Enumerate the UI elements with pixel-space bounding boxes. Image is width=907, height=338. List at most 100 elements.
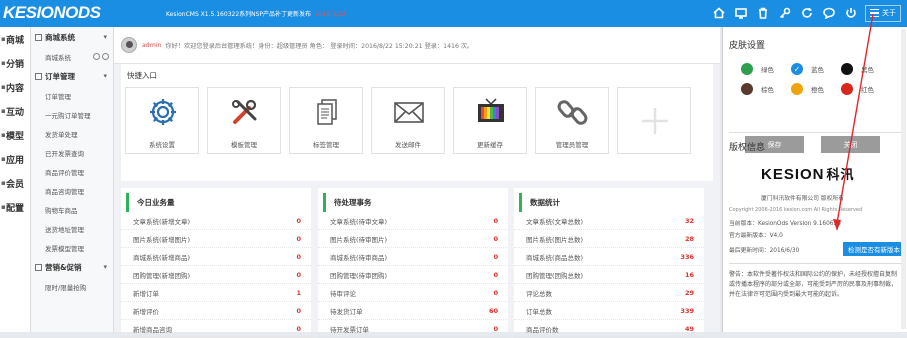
stat-row[interactable]: 文章系统(待审文章) 0 (318, 212, 508, 230)
monitor-icon[interactable] (731, 3, 751, 23)
update-notice[interactable]: KesionCMS X1.5.160322系列NSP产品补丁更新发布 2016/3… (166, 9, 346, 18)
stat-row[interactable]: 待开发票订单 0 (318, 320, 508, 338)
stat-row[interactable]: 新增商品咨询 0 (121, 320, 311, 338)
stat-row[interactable]: 商品评价数 49 (514, 320, 704, 338)
username[interactable]: admin (142, 42, 161, 49)
close-button[interactable]: 关闭 (821, 136, 880, 153)
stat-row[interactable]: 图片系统(新增图片) 0 (121, 230, 311, 248)
quick-admin-management[interactable]: 管理员管理 (535, 87, 609, 154)
stat-row[interactable]: 团购管理(待审团购) 0 (318, 266, 508, 284)
add-circle-icon[interactable] (93, 53, 100, 60)
settings-panel: 皮肤设置 绿色 ✓ 蓝色 黑色 棕色 橙色 红色 保存 关闭 版权信息 KESIO… (722, 27, 907, 332)
chat-icon[interactable] (819, 3, 839, 23)
nav-item-apps[interactable]: ▪ 应用 (0, 147, 30, 171)
stat-row[interactable]: 评论总数 29 (514, 284, 704, 302)
stat-value: 339 (680, 306, 694, 315)
trash-icon[interactable] (753, 3, 773, 23)
subnav-item[interactable]: 送货地址管理 (31, 219, 113, 238)
gear-icon (150, 99, 176, 125)
quick-system-settings[interactable]: 系统设置 (125, 87, 199, 154)
swatch-label: 橙色 (811, 86, 824, 94)
stat-value: 0 (296, 216, 301, 225)
skin-swatch-brown[interactable]: 棕色 (741, 83, 774, 95)
quick-send-mail[interactable]: 发送邮件 (371, 87, 445, 154)
stat-label: 团购管理(待审团购) (330, 271, 388, 280)
skin-swatch-blue[interactable]: ✓ 蓝色 (791, 63, 824, 75)
subnav-item[interactable]: 购物车商品 (31, 200, 113, 219)
skin-swatch-black[interactable]: 黑色 (841, 63, 874, 75)
stat-row[interactable]: 团购管理(新增团购) 0 (121, 266, 311, 284)
nav-item-distribution[interactable]: ▪ 分销 (0, 51, 30, 75)
stat-row[interactable]: 待审评论 0 (318, 284, 508, 302)
quick-entry-grid: 系统设置 模板管理 标签管理 发送邮件 更新缓存 管理员管理 (125, 87, 699, 154)
quick-tag-management[interactable]: 标签管理 (289, 87, 363, 154)
subnav-item[interactable]: 一元购订单管理 (31, 105, 113, 124)
stat-value: 0 (296, 270, 301, 279)
subnav-item[interactable]: 商品评价管理 (31, 162, 113, 181)
stat-row[interactable]: 团购管理(团购总数) 16 (514, 266, 704, 284)
section-mall-system[interactable]: 商城系统 ▾ (31, 27, 113, 47)
stat-label: 新增订单 (133, 289, 159, 298)
power-icon[interactable] (841, 3, 861, 23)
skin-swatch-green[interactable]: 绿色 (741, 63, 774, 75)
settings-menu-button[interactable]: 关于 (865, 4, 901, 22)
quick-add-entry[interactable] (617, 87, 691, 154)
panel-title: 待处理事务 (323, 193, 508, 212)
stat-value: 0 (296, 234, 301, 243)
chevron-down-icon: ▾ (103, 72, 107, 80)
subnav-item[interactable]: 限时/限量抢购 (31, 277, 113, 296)
chain-icon (557, 100, 588, 125)
nav-item-label: 内容 (6, 83, 25, 94)
stat-row[interactable]: 图片系统(图片总数) 28 (514, 230, 704, 248)
subnav-item[interactable]: 商城系统 (31, 47, 113, 66)
stat-row[interactable]: 商城系统(商品总数) 336 (514, 248, 704, 266)
secondary-nav: 商城系统 ▾ 商城系统 订单管理 ▾ 订单管理 一元购订单管理 发货单处理 已开发票… (31, 27, 143, 332)
nav-item-mall[interactable]: ▪ 商城 (0, 27, 30, 51)
nav-item-model[interactable]: ▪ 模型 (0, 123, 30, 147)
stat-label: 商城系统(商品总数) (526, 253, 584, 262)
stat-row[interactable]: 新增订单 1 (121, 284, 311, 302)
quick-template-management[interactable]: 模板管理 (207, 87, 281, 154)
stat-label: 商城系统(新增商品) (133, 253, 191, 262)
subnav-item[interactable]: 发票模型管理 (31, 238, 113, 257)
home-icon[interactable] (709, 3, 729, 23)
stat-row[interactable]: 文章系统(新增文章) 0 (121, 212, 311, 230)
update-date-badge[interactable]: 2016/3/22 (315, 11, 346, 18)
nav-item-config[interactable]: ▪ 配置 (0, 195, 30, 219)
avatar[interactable] (121, 37, 137, 53)
section-marketing[interactable]: 营销&促销 ▾ (31, 257, 113, 277)
stat-row[interactable]: 商城系统(新增商品) 0 (121, 248, 311, 266)
swatch-dot (791, 83, 803, 95)
quick-entry-label: 模板管理 (231, 141, 257, 149)
list-circle-icon[interactable] (102, 53, 109, 60)
nav-item-interaction[interactable]: ▪ 互动 (0, 99, 30, 123)
update-notice-text[interactable]: KesionCMS X1.5.160322系列NSP产品补丁更新发布 (166, 11, 311, 18)
swatch-label: 红色 (861, 86, 874, 94)
stat-row[interactable]: 商城系统(待审商品) 0 (318, 248, 508, 266)
stat-row[interactable]: 待发货订单 60 (318, 302, 508, 320)
section-order-management[interactable]: 订单管理 ▾ (31, 66, 113, 86)
stat-row[interactable]: 订单总数 339 (514, 302, 704, 320)
quick-entry-label: 更新缓存 (477, 141, 503, 149)
subnav-item[interactable]: 订单管理 (31, 86, 113, 105)
stat-row[interactable]: 图片系统(待审图片) 0 (318, 230, 508, 248)
nav-item-label: 会员 (6, 179, 25, 190)
logo: KESIONODS (3, 3, 101, 22)
subnav-item[interactable]: 发货单处理 (31, 124, 113, 143)
stat-value: 16 (684, 270, 694, 279)
panel-scrollbar[interactable] (901, 29, 906, 329)
stat-value: 0 (493, 288, 498, 297)
subnav-item[interactable]: 商品咨询管理 (31, 181, 113, 200)
nav-item-members[interactable]: ▪ 会员 (0, 171, 30, 195)
stat-row[interactable]: 文章系统(文章总数) 32 (514, 212, 704, 230)
skin-swatch-red[interactable]: 红色 (841, 83, 874, 95)
quick-entry-label: 标签管理 (313, 141, 339, 149)
key-icon[interactable] (775, 3, 795, 23)
stat-row[interactable]: 新增评价 0 (121, 302, 311, 320)
check-update-button[interactable]: 检测是否有新版本 (843, 242, 905, 256)
skin-swatch-orange[interactable]: 橙色 (791, 83, 824, 95)
nav-item-content[interactable]: ▪ 内容 (0, 75, 30, 99)
quick-refresh-cache[interactable]: 更新缓存 (453, 87, 527, 154)
refresh-icon[interactable] (797, 3, 817, 23)
subnav-item[interactable]: 已开发票查询 (31, 143, 113, 162)
